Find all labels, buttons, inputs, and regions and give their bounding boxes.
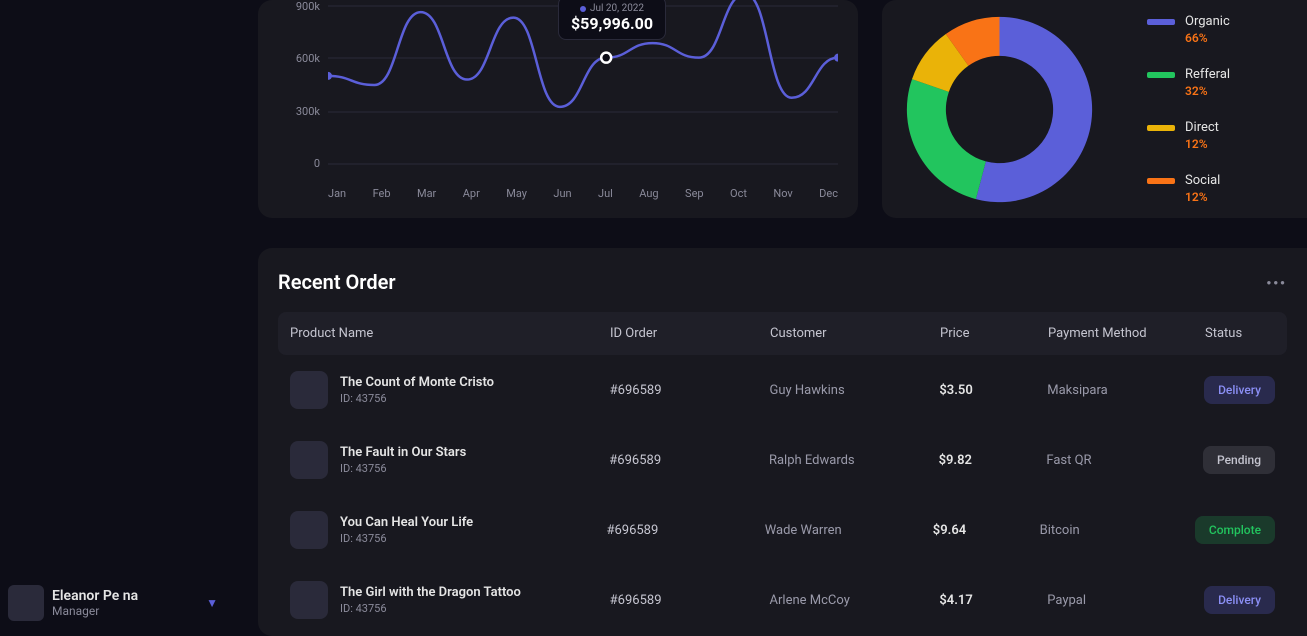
tooltip-dot-icon <box>580 6 586 12</box>
product-thumbnail <box>290 581 328 619</box>
table-row[interactable]: The Girl with the Dragon TattooID: 43756… <box>278 565 1287 635</box>
product-thumbnail <box>290 371 328 409</box>
more-icon[interactable]: ●●● <box>1267 278 1288 287</box>
table-row[interactable]: You Can Heal Your LifeID: 43756#696589Wa… <box>278 495 1287 565</box>
x-axis: JanFebMarAprMayJunJulAugSepOctNovDec <box>328 187 838 200</box>
table-row[interactable]: The Count of Monte CristoID: 43756#69658… <box>278 355 1287 425</box>
avatar <box>8 585 44 621</box>
recent-order-card: Recent Order ●●● Product Name ID Order C… <box>258 248 1307 636</box>
donut-legend: Organic66% Refferal32% Direct12% Social12% <box>1147 14 1230 204</box>
donut-chart-svg <box>902 12 1097 207</box>
user-profile[interactable]: Eleanor Pe na Manager ▼ <box>8 585 218 621</box>
legend-swatch <box>1147 125 1175 131</box>
sidebar: Eleanor Pe na Manager ▼ <box>0 0 230 636</box>
status-badge: Pending <box>1203 446 1275 474</box>
main-content: 900k 600k 300k 0 Jul 20, 2022 $59,996.00… <box>230 0 1307 636</box>
table-title: Recent Order <box>278 270 396 294</box>
table-head: Product Name ID Order Customer Price Pay… <box>278 312 1287 355</box>
status-badge: Delivery <box>1204 586 1275 614</box>
donut-chart-card: Organic66% Refferal32% Direct12% Social12% <box>882 0 1307 218</box>
legend-item: Organic66% <box>1147 14 1230 45</box>
legend-item: Social12% <box>1147 173 1230 204</box>
legend-swatch <box>1147 72 1175 78</box>
table-body: The Count of Monte CristoID: 43756#69658… <box>278 355 1287 635</box>
user-role: Manager <box>52 604 198 618</box>
chevron-down-icon[interactable]: ▼ <box>206 596 218 610</box>
table-row[interactable]: The Fault in Our StarsID: 43756#696589Ra… <box>278 425 1287 495</box>
line-chart-card: 900k 600k 300k 0 Jul 20, 2022 $59,996.00… <box>258 0 858 218</box>
chart-tooltip: Jul 20, 2022 $59,996.00 <box>558 0 666 40</box>
legend-swatch <box>1147 19 1175 25</box>
product-thumbnail <box>290 441 328 479</box>
legend-swatch <box>1147 178 1175 184</box>
status-badge: Complote <box>1195 516 1275 544</box>
user-info: Eleanor Pe na Manager <box>52 588 198 618</box>
legend-item: Refferal32% <box>1147 67 1230 98</box>
status-badge: Delivery <box>1204 376 1275 404</box>
user-name: Eleanor Pe na <box>52 588 198 604</box>
legend-item: Direct12% <box>1147 120 1230 151</box>
y-axis: 900k 600k 300k 0 <box>278 0 320 170</box>
product-thumbnail <box>290 511 328 549</box>
